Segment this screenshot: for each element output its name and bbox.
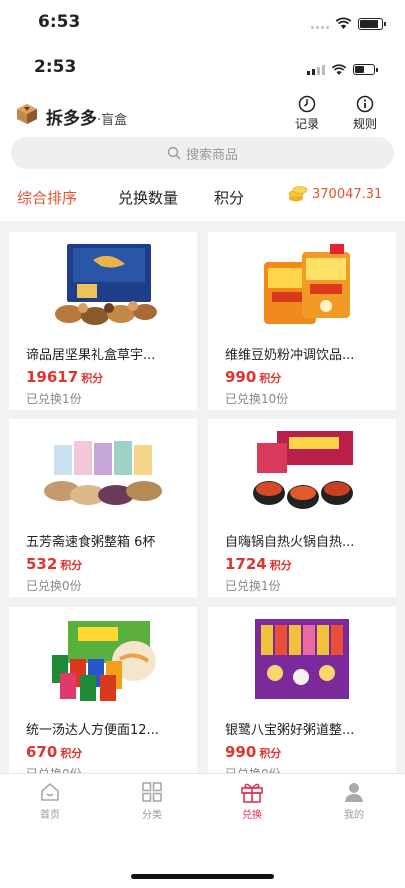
product-price: 670 积分 (26, 743, 82, 761)
price-unit: 积分 (259, 372, 282, 385)
clock-icon (298, 95, 316, 113)
points-balance: 370047.31 (288, 185, 382, 203)
wifi-icon (331, 60, 347, 79)
records-button[interactable]: 记录 (287, 95, 327, 132)
product-card[interactable]: 银鹭八宝粥好粥道整... 990积分 已兑换0份 (208, 607, 396, 773)
sort-bar: 综合排序 兑换数量 积分 370047.31 (0, 184, 405, 210)
product-image-nuts-gift-box (9, 240, 197, 336)
info-icon (356, 95, 374, 113)
sort-quantity-tab[interactable]: 兑换数量 (118, 187, 178, 208)
tab-category[interactable]: 分类 (122, 781, 182, 821)
brand-subtitle: ·盲盒 (97, 113, 128, 128)
product-sold-count: 已兑换10份 (225, 392, 289, 406)
signal-icon (311, 18, 329, 29)
tab-category-label: 分类 (142, 810, 162, 821)
product-card[interactable]: 维维豆奶粉冲调饮品... 990 积分 已兑换10份 (208, 232, 396, 410)
product-image-self-heating-hotpot (208, 427, 396, 523)
status-time: 6:53 (38, 12, 81, 32)
product-price: 19617 积分 (26, 368, 103, 386)
product-sold-count: 已兑换0份 (225, 765, 281, 773)
price-unit: 积分 (60, 559, 83, 572)
product-card[interactable]: 统一汤达人方便面12... 670积分 已兑换0份 (9, 607, 197, 773)
user-icon (345, 783, 363, 802)
product-name: 银鹭八宝粥好粥道整... (225, 723, 355, 738)
home-indicator (131, 874, 274, 879)
product-price: 990 积分 (225, 743, 281, 761)
signal-icon (307, 64, 325, 75)
price-value: 670 (26, 743, 58, 761)
tab-mine-label: 我的 (344, 810, 364, 821)
records-label: 记录 (294, 117, 319, 131)
product-name: 五芳斋速食粥整箱 6杯 (26, 535, 156, 550)
grid-icon (142, 782, 162, 802)
product-name: 谛品居坚果礼盒草宇... (26, 348, 156, 363)
gift-icon (241, 783, 263, 803)
product-image-eight-treasure-porridge (208, 615, 396, 711)
bottom-tab-bar: 首页 分类 兑换 我的 (0, 773, 405, 888)
product-image-porridge-cups (9, 427, 197, 523)
product-sold-count: 已兑换0份 (26, 765, 82, 773)
app-header: 拆多多·盲盒 记录 规则 (0, 95, 405, 135)
product-sold-count: 已兑换0份 (26, 579, 82, 593)
product-image-soy-milk-powder (208, 240, 396, 336)
rules-label: 规则 (352, 117, 377, 131)
product-price: 532 积分 (26, 555, 82, 573)
price-unit: 积分 (60, 747, 83, 760)
product-card[interactable]: 五芳斋速食粥整箱 6杯 532 积分 已兑换0份 (9, 419, 197, 597)
search-bar[interactable]: 搜索商品 (11, 137, 394, 169)
product-name: 自嗨锅自热火锅自热... (225, 535, 355, 550)
balance-value: 370047.31 (312, 186, 383, 202)
product-image-instant-noodles (9, 615, 197, 711)
search-placeholder: 搜索商品 (185, 147, 238, 163)
tab-exchange[interactable]: 兑换 (222, 781, 282, 821)
brand-title: 拆多多·盲盒 (46, 104, 127, 129)
product-sold-count: 已兑换1份 (26, 392, 82, 406)
product-price: 990 积分 (225, 368, 281, 386)
tab-mine[interactable]: 我的 (324, 781, 384, 821)
tab-home[interactable]: 首页 (20, 781, 80, 821)
price-value: 990 (225, 368, 257, 386)
price-value: 532 (26, 555, 58, 573)
product-name: 统一汤达人方便面12... (26, 723, 159, 738)
coins-icon (288, 186, 308, 202)
product-card[interactable]: 自嗨锅自热火锅自热... 1724 积分 已兑换1份 (208, 419, 396, 597)
tab-exchange-label: 兑换 (242, 810, 262, 821)
price-value: 990 (225, 743, 257, 761)
product-price: 1724 积分 (225, 555, 292, 573)
tab-home-label: 首页 (40, 810, 60, 821)
sort-points-tab[interactable]: 积分 (214, 187, 244, 208)
price-value: 19617 (26, 368, 79, 386)
status-bar: 6:53 (0, 0, 405, 44)
product-name: 维维豆奶粉冲调饮品... (225, 348, 355, 363)
battery-icon (358, 17, 386, 30)
product-sold-count: 已兑换1份 (225, 579, 281, 593)
product-card[interactable]: 谛品居坚果礼盒草宇... 19617 积分 已兑换1份 (9, 232, 197, 410)
status-bar-inner: 2:53 (0, 45, 405, 89)
product-grid: 谛品居坚果礼盒草宇... 19617 积分 已兑换1份 维维豆奶粉冲调饮品... … (0, 221, 405, 773)
sort-comprehensive-tab[interactable]: 综合排序 (17, 187, 77, 208)
price-unit: 积分 (81, 372, 104, 385)
battery-icon (353, 64, 378, 75)
rules-button[interactable]: 规则 (345, 95, 385, 132)
brand-name: 拆多多 (46, 109, 97, 129)
search-icon (167, 146, 181, 160)
price-value: 1724 (225, 555, 267, 573)
wifi-icon (335, 14, 352, 33)
price-unit: 积分 (269, 559, 292, 572)
status-time-inner: 2:53 (34, 57, 77, 77)
logo-icon (17, 104, 37, 124)
price-unit: 积分 (259, 747, 282, 760)
home-icon (41, 783, 59, 801)
